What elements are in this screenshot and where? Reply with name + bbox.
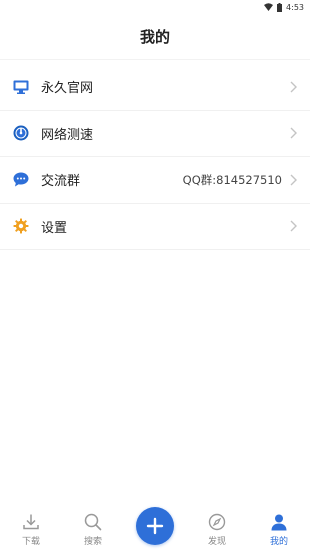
nav-label: 我的	[269, 537, 288, 547]
chevron-right-icon	[288, 219, 298, 233]
chevron-right-icon	[288, 126, 298, 140]
status-time: 4:53	[286, 2, 304, 12]
wifi-icon	[264, 3, 274, 11]
download-icon	[22, 510, 40, 534]
search-icon	[84, 510, 102, 534]
chat-icon	[12, 171, 30, 189]
menu-list: 永久官网 网络测速 交流群 QQ群:814527510 设置	[0, 64, 310, 250]
nav-mine[interactable]: 我的	[253, 510, 305, 547]
plus-icon	[146, 517, 164, 535]
chevron-right-icon	[288, 80, 298, 94]
nav-download[interactable]: 下载	[5, 510, 57, 547]
status-bar: 4:53	[0, 0, 310, 14]
chevron-right-icon	[288, 173, 298, 187]
compass-icon	[208, 510, 226, 534]
page-title: 我的	[139, 28, 170, 46]
nav-search[interactable]: 搜索	[67, 510, 119, 547]
menu-item-settings[interactable]: 设置	[0, 204, 310, 250]
bottom-nav: 下载 搜索 发现 我的	[0, 503, 310, 551]
battery-icon	[277, 2, 283, 12]
gear-icon	[12, 217, 30, 235]
qq-group-number: QQ群:814527510	[182, 172, 282, 187]
speedometer-icon	[12, 124, 30, 142]
menu-item-group[interactable]: 交流群 QQ群:814527510	[0, 157, 310, 204]
nav-label: 搜索	[83, 537, 102, 547]
nav-discover[interactable]: 发现	[191, 510, 243, 547]
user-icon	[270, 510, 288, 534]
menu-label: 网络测速	[41, 127, 94, 143]
menu-label: 永久官网	[41, 81, 94, 97]
nav-add[interactable]	[129, 507, 181, 547]
menu-item-website[interactable]: 永久官网	[0, 64, 310, 111]
nav-label: 发现	[207, 537, 226, 547]
nav-label: 下载	[21, 537, 40, 547]
menu-label: 交流群	[41, 174, 81, 190]
menu-item-speedtest[interactable]: 网络测速	[0, 111, 310, 157]
page-header: 我的	[0, 14, 310, 60]
add-button[interactable]	[136, 507, 174, 545]
monitor-icon	[12, 78, 30, 96]
menu-label: 设置	[41, 220, 68, 236]
